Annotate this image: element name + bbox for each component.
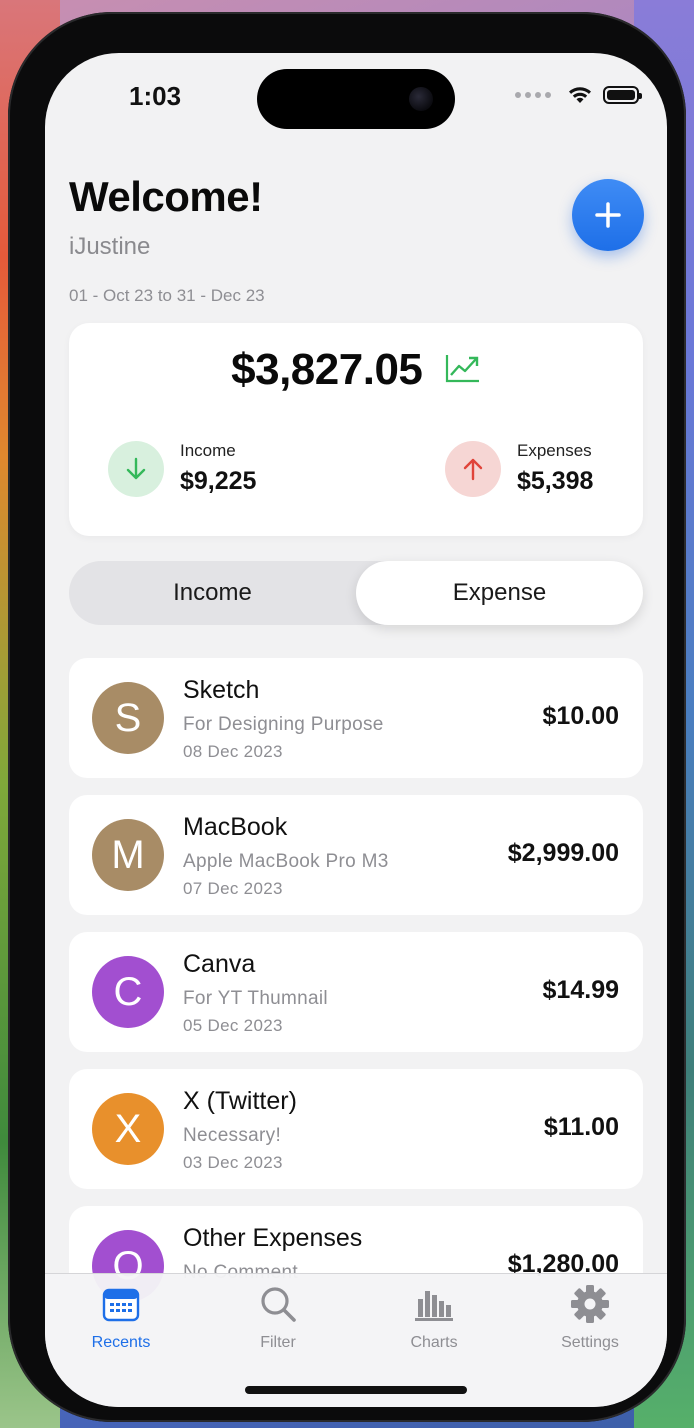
calendar-icon xyxy=(61,1282,181,1326)
balance-value: $3,827.05 xyxy=(231,345,423,394)
tab-charts-label: Charts xyxy=(410,1334,458,1351)
plus-icon xyxy=(595,202,621,228)
transaction-card[interactable]: C Canva For YT Thumnail 05 Dec 2023 $14.… xyxy=(69,932,643,1052)
page-title: Welcome! xyxy=(69,173,263,220)
transaction-title: Canva xyxy=(183,950,256,978)
bar-chart-icon xyxy=(374,1282,494,1326)
expenses-value: $5,398 xyxy=(517,467,594,495)
tab-recents[interactable]: Recents xyxy=(61,1282,181,1352)
avatar: X xyxy=(92,1093,164,1165)
balance-row: $3,827.05 xyxy=(69,345,643,395)
arrow-up-icon xyxy=(445,441,501,497)
transaction-date: 07 Dec 2023 xyxy=(183,879,283,898)
phone-frame: 1:03 Welcome! iJustine 01 - Oct 23 to 31… xyxy=(8,12,686,1422)
home-indicator[interactable] xyxy=(245,1386,467,1394)
avatar: S xyxy=(92,682,164,754)
tab-recents-label: Recents xyxy=(91,1334,151,1351)
segment-expense[interactable]: Expense xyxy=(356,561,643,625)
transaction-remark: For YT Thumnail xyxy=(183,988,328,1009)
dynamic-island xyxy=(257,69,455,129)
wifi-icon xyxy=(569,87,591,103)
status-time: 1:03 xyxy=(129,81,182,111)
transaction-card[interactable]: X X (Twitter) Necessary! 03 Dec 2023 $11… xyxy=(69,1069,643,1189)
transaction-card[interactable]: S Sketch For Designing Purpose 08 Dec 20… xyxy=(69,658,643,778)
transaction-amount: $10.00 xyxy=(542,702,619,730)
battery-icon xyxy=(603,86,642,104)
type-segmented-control: Income Expense xyxy=(69,561,643,625)
gear-icon xyxy=(530,1282,650,1326)
transaction-remark: For Designing Purpose xyxy=(183,714,384,735)
transaction-date: 05 Dec 2023 xyxy=(183,1016,283,1035)
tab-filter[interactable]: Filter xyxy=(218,1282,338,1352)
tab-filter-label: Filter xyxy=(260,1334,296,1351)
transaction-date: 08 Dec 2023 xyxy=(183,742,283,761)
transaction-title: MacBook xyxy=(183,813,288,841)
segment-income[interactable]: Income xyxy=(69,561,356,625)
transaction-title: X (Twitter) xyxy=(183,1087,297,1115)
trend-up-icon xyxy=(445,353,481,388)
search-icon xyxy=(218,1282,338,1326)
app-screen: 1:03 Welcome! iJustine 01 - Oct 23 to 31… xyxy=(45,53,667,1407)
add-transaction-button[interactable] xyxy=(572,179,644,251)
transaction-amount: $14.99 xyxy=(542,976,619,1004)
transaction-remark: Apple MacBook Pro M3 xyxy=(183,851,389,872)
income-label: Income xyxy=(180,441,236,460)
balance-card: $3,827.05 Income $9,225 Expenses $5,398 xyxy=(69,323,643,536)
status-indicators xyxy=(515,85,642,105)
signal-icon xyxy=(515,92,551,98)
arrow-down-icon xyxy=(108,441,164,497)
transaction-title: Sketch xyxy=(183,676,260,704)
date-range[interactable]: 01 - Oct 23 to 31 - Dec 23 xyxy=(69,286,265,306)
income-value: $9,225 xyxy=(180,467,257,495)
expenses-label: Expenses xyxy=(517,441,592,460)
transaction-date: 03 Dec 2023 xyxy=(183,1153,283,1172)
avatar: M xyxy=(92,819,164,891)
tab-settings-label: Settings xyxy=(561,1334,619,1351)
avatar: C xyxy=(92,956,164,1028)
camera-icon xyxy=(409,87,433,111)
transaction-remark: Necessary! xyxy=(183,1125,282,1146)
transaction-card[interactable]: M MacBook Apple MacBook Pro M3 07 Dec 20… xyxy=(69,795,643,915)
transaction-amount: $11.00 xyxy=(543,1113,619,1141)
transaction-title: Other Expenses xyxy=(183,1224,363,1252)
tab-charts[interactable]: Charts xyxy=(374,1282,494,1352)
username: iJustine xyxy=(69,233,151,260)
tab-settings[interactable]: Settings xyxy=(530,1282,650,1352)
transaction-amount: $2,999.00 xyxy=(507,839,619,867)
